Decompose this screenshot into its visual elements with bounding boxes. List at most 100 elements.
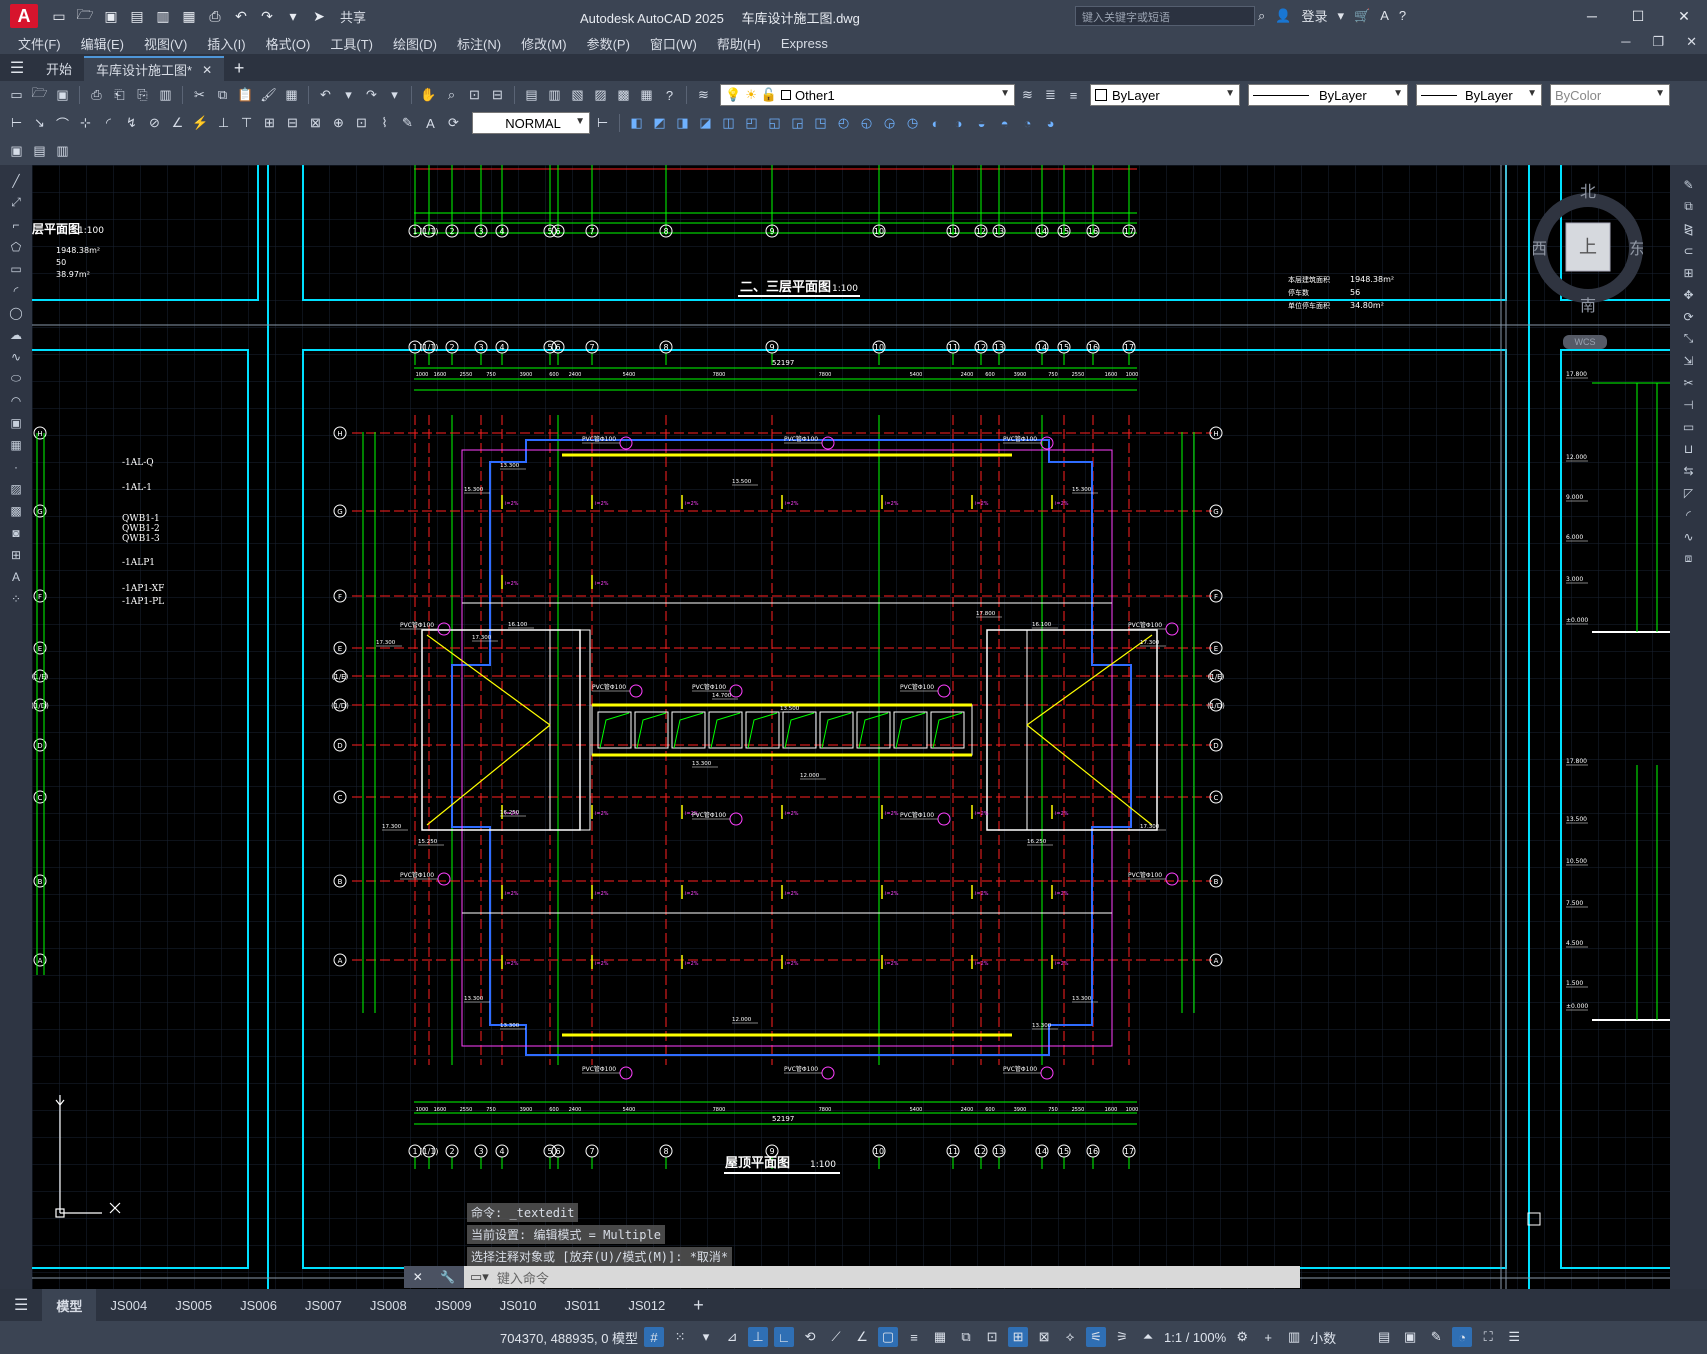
gradient-icon[interactable]: ▩ (6, 501, 26, 520)
dynamic-ucs-icon[interactable]: ⊞ (1008, 1327, 1029, 1347)
erase-icon[interactable]: ✎ (1679, 175, 1699, 194)
mirror-icon[interactable]: ⧎ (1679, 219, 1699, 238)
customize-dropdown-icon[interactable]: ▾ (282, 5, 304, 27)
spline-icon[interactable]: ∿ (6, 347, 26, 366)
add-selected-icon[interactable]: ⁘ (6, 589, 26, 608)
print-preview-icon[interactable]: ⎗ (109, 85, 130, 106)
signin-dropdown-icon[interactable]: ▾ (1337, 8, 1344, 24)
viewcube[interactable]: 上 北 南 东 西 WCS (1531, 182, 1645, 349)
object-snap-icon[interactable]: ▢ (878, 1327, 899, 1347)
cursor-coordinates[interactable]: 704370, 488935, 0 (500, 1331, 608, 1346)
hatch-icon[interactable]: ▨ (6, 479, 26, 498)
menu-tools[interactable]: 工具(T) (320, 34, 383, 53)
tool-palettes-icon[interactable]: ▧ (567, 85, 588, 106)
compass-east[interactable]: 东 (1629, 239, 1645, 258)
linear-dimension-icon[interactable]: ⊢ (6, 113, 27, 134)
menu-format[interactable]: 格式(O) (256, 34, 321, 53)
rotate-3d-icon[interactable]: ◔ (1017, 113, 1038, 134)
app-logo-button[interactable]: A (10, 4, 38, 28)
tab-layout[interactable]: JS011 (550, 1289, 614, 1321)
section-icon[interactable]: ◐ (925, 113, 946, 134)
circle-icon[interactable]: ◯ (6, 303, 26, 322)
sheet-set-icon[interactable]: ▨ (590, 85, 611, 106)
insert-block-icon[interactable]: ▣ (6, 141, 27, 162)
tolerance-icon[interactable]: ⊠ (305, 113, 326, 134)
3d-osnap-icon[interactable]: ⊡ (982, 1327, 1002, 1347)
ordinate-icon[interactable]: ⊹ (75, 113, 96, 134)
plot-icon[interactable]: ⎙ (204, 5, 226, 27)
pan-icon[interactable]: ✋ (418, 85, 439, 106)
thicken-icon[interactable]: ◷ (902, 113, 923, 134)
line-icon[interactable]: ╱ (6, 171, 26, 190)
tab-model[interactable]: 模型 (42, 1289, 97, 1321)
search-icon[interactable]: ⌕ (1258, 8, 1265, 24)
angular-icon[interactable]: ∠ (167, 113, 188, 134)
open-file-icon[interactable]: 🗁 (74, 5, 96, 27)
menu-insert[interactable]: 插入(I) (197, 34, 255, 53)
break-icon[interactable]: ⊔ (1679, 439, 1699, 458)
fillet-icon[interactable]: ◜ (1679, 505, 1699, 524)
save-web-icon[interactable]: ▦ (178, 5, 200, 27)
layer-state-icon[interactable]: ≡ (1063, 85, 1084, 106)
hardware-acceleration-icon[interactable]: ◔ (1452, 1327, 1473, 1347)
menu-edit[interactable]: 编辑(E) (71, 34, 134, 53)
compass-north[interactable]: 北 (1580, 182, 1596, 201)
menu-view[interactable]: 视图(V) (134, 34, 197, 53)
move-3d-icon[interactable]: ◓ (994, 113, 1015, 134)
multiline-text-icon[interactable]: A (6, 567, 26, 586)
new-file-icon[interactable]: ▭ (48, 5, 70, 27)
jogged-icon[interactable]: ↯ (121, 113, 142, 134)
extrude-icon[interactable]: ◪ (695, 113, 716, 134)
grid-icon[interactable]: # (644, 1327, 665, 1347)
lineweight-dropdown[interactable]: ByLayer ▼ (1416, 84, 1542, 106)
workspace-gear-icon[interactable]: ⚙ (1232, 1327, 1252, 1347)
dimension-space-icon[interactable]: ⊞ (259, 113, 280, 134)
menu-help[interactable]: 帮助(H) (707, 34, 771, 53)
markup-icon[interactable]: ▩ (613, 85, 634, 106)
infer-constraints-icon[interactable]: ⊿ (722, 1327, 742, 1347)
polyline-icon[interactable]: ⌐ (6, 215, 26, 234)
doc-restore-icon[interactable]: ❐ (1652, 34, 1664, 50)
ellipse-icon[interactable]: ⬭ (6, 369, 26, 388)
arc-icon[interactable]: ◜ (6, 281, 26, 300)
menu-window[interactable]: 窗口(W) (640, 34, 707, 53)
transparency-icon[interactable]: ▦ (930, 1327, 950, 1347)
diameter-icon[interactable]: ⊘ (144, 113, 165, 134)
undo-dropdown-icon[interactable]: ▾ (338, 85, 359, 106)
layer-dropdown[interactable]: 💡 ☀ 🔓 Other1 ▼ (720, 84, 1015, 106)
plot-3d-icon[interactable]: ▥ (155, 85, 176, 106)
tab-layout[interactable]: JS005 (161, 1289, 226, 1321)
layer-previous-icon[interactable]: ≣ (1040, 85, 1061, 106)
selection-cycling-icon[interactable]: ⧉ (956, 1327, 976, 1347)
design-center-icon[interactable]: ▥ (544, 85, 565, 106)
region-icon[interactable]: ◙ (6, 523, 26, 542)
cad-drawing[interactable]: 1 (1/1) 2 3 4 5 6 7 8 9 10 11 12 13 14 15 16 17 二、三层平面图 1… (32, 165, 1670, 1289)
construction-line-icon[interactable]: ⤢ (6, 193, 26, 212)
save-icon[interactable]: ▣ (52, 85, 73, 106)
undo-icon[interactable]: ↶ (315, 85, 336, 106)
layer-properties-icon[interactable]: ≋ (693, 85, 714, 106)
inspection-icon[interactable]: ⊡ (351, 113, 372, 134)
offset-icon[interactable]: ⊂ (1679, 241, 1699, 260)
units-value[interactable]: 小数 (1310, 1328, 1368, 1347)
command-customize-icon[interactable]: 🔧 (440, 1270, 455, 1284)
save-icon[interactable]: ▣ (100, 5, 122, 27)
tab-layout[interactable]: JS010 (486, 1289, 551, 1321)
menu-draw[interactable]: 绘图(D) (383, 34, 447, 53)
menu-file[interactable]: 文件(F) (8, 34, 71, 53)
doc-close-icon[interactable]: ✕ (1686, 34, 1697, 50)
print-icon[interactable]: ⎙ (86, 85, 107, 106)
polygon-icon[interactable]: ⬠ (6, 237, 26, 256)
open-web-icon[interactable]: ▥ (152, 5, 174, 27)
dimension-style-icon[interactable]: ⊢ (592, 113, 613, 134)
blend-curves-icon[interactable]: ∿ (1679, 527, 1699, 546)
subtract-icon[interactable]: ◴ (833, 113, 854, 134)
tab-layout[interactable]: JS004 (96, 1289, 161, 1321)
zoom-previous-icon[interactable]: ⊟ (487, 85, 508, 106)
dimension-break-icon[interactable]: ⊟ (282, 113, 303, 134)
snap-icon[interactable]: ⁙ (670, 1327, 690, 1347)
publish-icon[interactable]: ⎘ (132, 85, 153, 106)
dimension-update-icon[interactable]: ⟳ (443, 113, 464, 134)
baseline-icon[interactable]: ⊥ (213, 113, 234, 134)
units-icon[interactable]: ▥ (1284, 1327, 1304, 1347)
